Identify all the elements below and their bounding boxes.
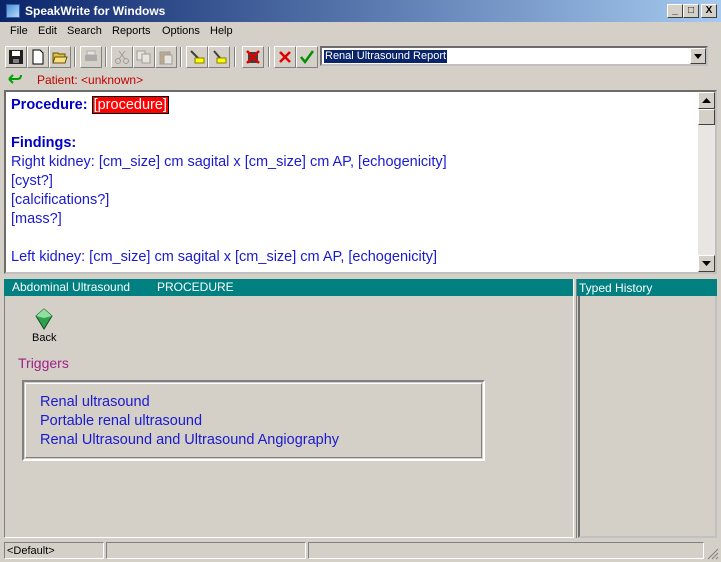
typed-history-title: Typed History xyxy=(579,281,653,295)
save-button[interactable] xyxy=(5,46,27,68)
menu-file[interactable]: File xyxy=(10,25,28,37)
back-button[interactable]: Back xyxy=(28,308,64,348)
report-select[interactable]: Renal Ultrasound Report xyxy=(320,46,708,66)
marker-button[interactable] xyxy=(186,46,208,68)
menu-search[interactable]: Search xyxy=(67,25,102,37)
back-gem-icon xyxy=(35,308,53,330)
triggers-list: Renal ultrasound Portable renal ultrasou… xyxy=(22,380,485,461)
findings-heading: Findings: xyxy=(11,135,77,151)
minimize-button[interactable]: _ xyxy=(667,4,683,18)
copy-icon xyxy=(136,50,151,64)
accept-button[interactable] xyxy=(296,46,318,68)
report-text[interactable]: Procedure: [procedure] Findings: Right k… xyxy=(11,96,699,267)
editor-scrollbar[interactable] xyxy=(698,92,715,272)
new-document-button[interactable] xyxy=(27,46,49,68)
toolbar-separator xyxy=(234,47,236,67)
patient-bar: Patient: <unknown> xyxy=(0,70,721,89)
paste-button[interactable] xyxy=(155,46,177,68)
toolbar-separator xyxy=(180,47,182,67)
typed-history-pane[interactable] xyxy=(578,296,717,538)
report-line xyxy=(11,229,699,248)
cut-icon xyxy=(115,50,129,64)
marker-button-2[interactable] xyxy=(208,46,230,68)
maximize-button[interactable]: □ xyxy=(683,4,699,18)
status-template: <Default> xyxy=(4,542,104,559)
marker-icon-2 xyxy=(213,50,227,64)
toolbar-separator xyxy=(74,47,76,67)
report-line[interactable]: [mass?] xyxy=(11,210,699,229)
delete-field-button[interactable] xyxy=(242,46,264,68)
report-line[interactable]: Left kidney: [cm_size] cm sagital x [cm_… xyxy=(11,248,699,267)
report-line[interactable]: [cyst?] xyxy=(11,172,699,191)
copy-button[interactable] xyxy=(133,46,155,68)
paste-icon xyxy=(159,51,173,65)
cancel-button[interactable] xyxy=(274,46,296,68)
print-button[interactable] xyxy=(80,46,102,68)
toolbar-separator xyxy=(105,47,107,67)
accept-check-icon xyxy=(300,50,315,65)
cut-button[interactable] xyxy=(111,46,133,68)
triggers-list-inner: Renal ultrasound Portable renal ultrasou… xyxy=(25,383,482,458)
menu-edit[interactable]: Edit xyxy=(38,25,57,37)
trigger-item[interactable]: Renal ultrasound xyxy=(40,394,150,410)
report-select-dropdown-button[interactable] xyxy=(690,48,706,64)
pane-splitter[interactable] xyxy=(573,279,577,538)
procedure-section-title: Abdominal Ultrasound xyxy=(12,280,131,294)
open-folder-button[interactable] xyxy=(49,46,71,68)
return-arrow-icon[interactable] xyxy=(7,73,23,87)
report-line[interactable]: [calcifications?] xyxy=(11,191,699,210)
scroll-down-button[interactable] xyxy=(698,255,715,272)
menu-help[interactable]: Help xyxy=(210,25,233,37)
menu-reports[interactable]: Reports xyxy=(112,25,151,37)
marker-icon xyxy=(190,50,205,64)
status-progress xyxy=(106,542,306,559)
procedure-pane-header: Abdominal Ultrasound PROCEDURE xyxy=(4,279,573,296)
print-icon xyxy=(85,50,97,61)
status-bar: <Default> xyxy=(0,540,721,562)
status-template-text: <Default> xyxy=(7,545,55,557)
title-bar[interactable]: SpeakWrite for Windows _ □ X xyxy=(0,0,721,22)
scroll-thumb[interactable] xyxy=(698,109,715,125)
window-title: SpeakWrite for Windows xyxy=(25,4,166,18)
delete-field-icon xyxy=(246,50,260,64)
typed-history-header: Typed History xyxy=(577,279,717,296)
back-label: Back xyxy=(32,332,57,344)
chevron-down-icon xyxy=(694,54,702,59)
menu-bar: File Edit Search Reports Options Help xyxy=(0,22,721,42)
patient-label: Patient: <unknown> xyxy=(37,73,144,87)
close-button[interactable]: X xyxy=(701,4,717,18)
report-editor[interactable]: Procedure: [procedure] Findings: Right k… xyxy=(4,90,717,274)
open-folder-icon xyxy=(52,52,68,64)
save-icon xyxy=(9,50,23,64)
report-line[interactable]: Right kidney: [cm_size] cm sagital x [cm… xyxy=(11,153,699,172)
menu-options[interactable]: Options xyxy=(162,25,200,37)
chevron-down-icon xyxy=(702,261,711,266)
report-select-value: Renal Ultrasound Report xyxy=(324,50,448,63)
chevron-up-icon xyxy=(702,98,711,103)
status-message xyxy=(308,542,704,559)
procedure-type-label: PROCEDURE xyxy=(157,280,234,294)
triggers-title: Triggers xyxy=(18,355,69,371)
procedure-heading: Procedure: xyxy=(11,97,88,113)
procedure-field[interactable]: [procedure] xyxy=(91,96,169,114)
resize-grip-icon[interactable] xyxy=(707,548,719,560)
trigger-item[interactable]: Portable renal ultrasound xyxy=(40,413,202,429)
new-document-icon xyxy=(32,49,44,65)
cancel-x-icon xyxy=(279,51,291,63)
scroll-up-button[interactable] xyxy=(698,92,715,109)
app-icon xyxy=(6,4,20,18)
toolbar-separator xyxy=(268,47,270,67)
trigger-item[interactable]: Renal Ultrasound and Ultrasound Angiogra… xyxy=(40,432,339,448)
